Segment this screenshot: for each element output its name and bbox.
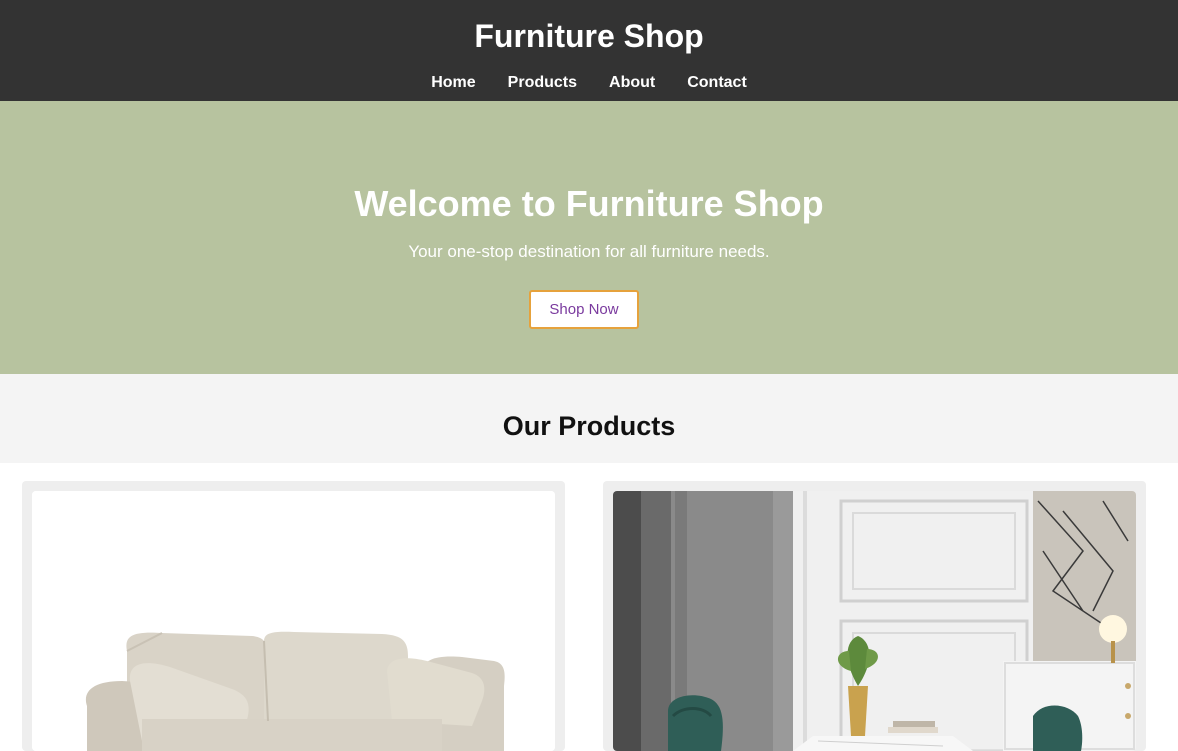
product-card-sofa[interactable] — [22, 481, 565, 751]
section-title: Our Products — [502, 411, 676, 441]
product-card-dining[interactable] — [603, 481, 1146, 751]
main-nav: Home Products About Contact — [0, 73, 1178, 93]
hero-title: Welcome to Furniture Shop — [354, 183, 824, 224]
nav-link-contact[interactable]: Contact — [687, 73, 747, 93]
site-header: Furniture Shop Home Products About Conta… — [0, 0, 1178, 101]
hero-section: Welcome to Furniture Shop Your one-stop … — [0, 101, 1178, 374]
site-title: Furniture Shop — [474, 18, 704, 54]
nav-link-products[interactable]: Products — [508, 73, 577, 93]
nav-link-about[interactable]: About — [609, 73, 655, 93]
shop-now-button[interactable]: Shop Now — [529, 290, 639, 329]
hero-subtitle: Your one-stop destination for all furnit… — [408, 242, 770, 261]
nav-link-home[interactable]: Home — [431, 73, 475, 93]
dining-room-image — [613, 491, 1136, 751]
sofa-image — [32, 491, 555, 751]
products-section-header: Our Products — [0, 374, 1178, 463]
